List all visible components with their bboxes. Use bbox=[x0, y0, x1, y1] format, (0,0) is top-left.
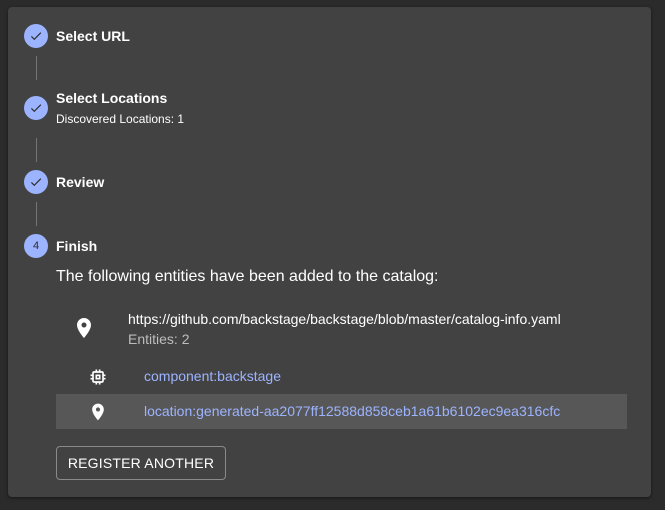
entity-link-location[interactable]: location:generated-aa2077ff12588d858ceb1… bbox=[144, 403, 560, 419]
step-4-number-icon: 4 bbox=[24, 234, 48, 258]
location-pin-icon bbox=[77, 318, 91, 338]
step-3-check-icon bbox=[24, 170, 48, 194]
location-pin-icon bbox=[92, 403, 104, 421]
step-4-number: 4 bbox=[32, 240, 40, 252]
step-1-label: Select URL bbox=[56, 28, 130, 44]
entities-count: Entities: 2 bbox=[128, 331, 190, 347]
step-connector bbox=[36, 202, 37, 226]
entity-row-component[interactable]: component:backstage bbox=[56, 359, 627, 394]
component-chip-icon bbox=[90, 369, 106, 385]
step-2-sublabel: Discovered Locations: 1 bbox=[56, 112, 185, 126]
step-2-label: Select Locations bbox=[56, 90, 168, 106]
finish-intro-text: The following entities have been added t… bbox=[56, 268, 439, 285]
step-2-check-icon bbox=[24, 96, 48, 120]
import-stepper-card: Select URL Select Locations Discovered L… bbox=[8, 7, 651, 497]
step-4-label: Finish bbox=[56, 238, 98, 254]
step-1-check-icon bbox=[24, 24, 48, 48]
step-connector bbox=[36, 56, 37, 80]
step-connector bbox=[36, 138, 37, 162]
step-3-label: Review bbox=[56, 174, 105, 190]
location-url: https://github.com/backstage/backstage/b… bbox=[128, 311, 561, 327]
register-another-button[interactable]: REGISTER ANOTHER bbox=[56, 446, 226, 480]
entity-row-location[interactable]: location:generated-aa2077ff12588d858ceb1… bbox=[56, 394, 627, 429]
entity-link-component[interactable]: component:backstage bbox=[144, 368, 281, 384]
